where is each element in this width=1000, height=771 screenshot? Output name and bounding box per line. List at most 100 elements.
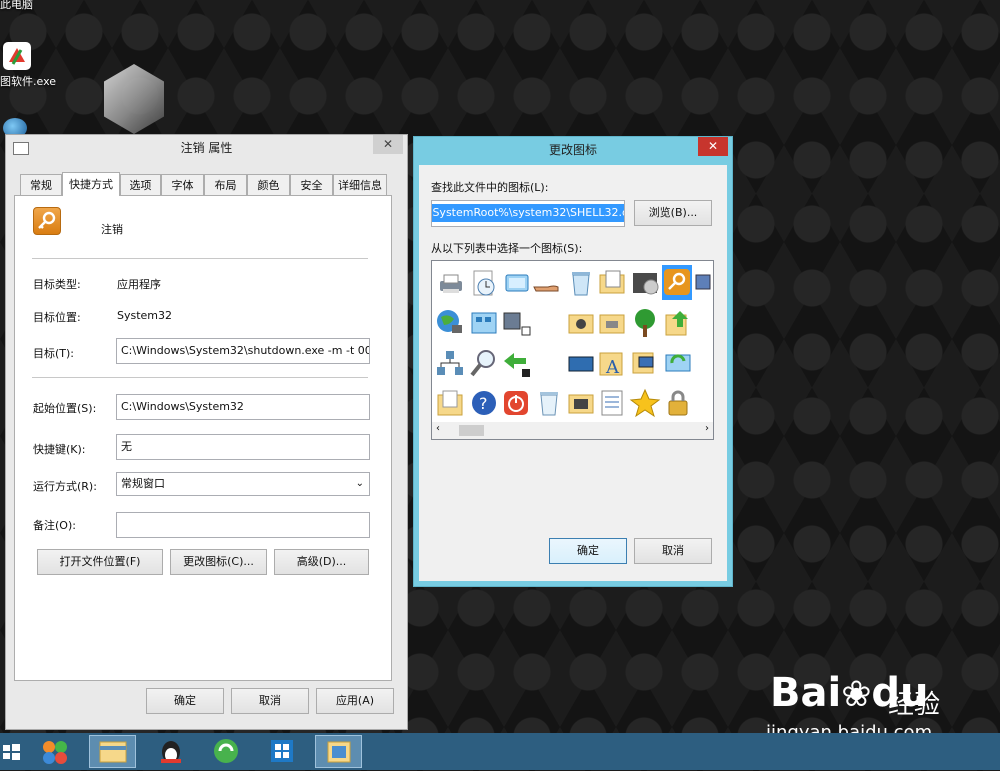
comment-label: 备注(O):: [33, 519, 76, 532]
properties-close-button[interactable]: ✕: [373, 135, 403, 154]
run-select-value: 常规窗口: [121, 477, 165, 490]
computer-shortcut-icon[interactable]: [500, 307, 532, 339]
browse-button[interactable]: 浏览(B)...: [634, 200, 712, 226]
scroll-right-icon[interactable]: ›: [705, 423, 709, 434]
help-icon[interactable]: ?: [468, 387, 500, 419]
properties-ok-button[interactable]: 确定: [146, 688, 224, 714]
target-type-label: 目标类型:: [33, 278, 81, 291]
tab-font[interactable]: 字体: [161, 174, 204, 195]
change-icon-ok-button[interactable]: 确定: [549, 538, 627, 564]
icon-list-scrollbar[interactable]: ‹ ›: [432, 422, 713, 439]
taskbar-active-window-icon[interactable]: [315, 735, 362, 768]
file-label: 查找此文件中的图标(L):: [431, 181, 549, 194]
checklist-icon[interactable]: [596, 387, 628, 419]
shortcut-name: 注销: [101, 223, 123, 236]
disc-drive-icon[interactable]: [629, 267, 661, 299]
tab-general[interactable]: 常规: [20, 174, 62, 195]
laptop-icon[interactable]: [565, 347, 597, 379]
properties-title: 注销 属性: [180, 141, 233, 155]
tab-colors[interactable]: 颜色: [247, 174, 290, 195]
tab-options[interactable]: 选项: [120, 174, 161, 195]
network-arrow-icon[interactable]: [500, 347, 532, 379]
tab-security[interactable]: 安全: [290, 174, 333, 195]
open-file-location-button[interactable]: 打开文件位置(F): [37, 549, 163, 575]
folder-upload-icon[interactable]: [662, 307, 694, 339]
icon-list-label: 从以下列表中选择一个图标(S):: [431, 242, 583, 255]
hand-icon[interactable]: [530, 267, 562, 299]
folder-tools-icon[interactable]: [565, 387, 597, 419]
comment-field[interactable]: [116, 512, 370, 538]
folder-drive-icon[interactable]: [596, 307, 628, 339]
folder-document-icon[interactable]: [434, 387, 466, 419]
magnifier-icon[interactable]: [468, 347, 500, 379]
folder-network-icon[interactable]: [565, 307, 597, 339]
properties-titlebar[interactable]: 注销 属性: [6, 135, 407, 162]
control-panel-icon[interactable]: [468, 307, 500, 339]
taskbar-colorful-app-icon[interactable]: [32, 735, 79, 768]
window-app-icon: [13, 142, 29, 155]
change-icon-button[interactable]: 更改图标(C)...: [170, 549, 267, 575]
watermark-brand: Bai: [770, 670, 842, 716]
properties-cancel-button[interactable]: 取消: [231, 688, 309, 714]
key-icon-selected[interactable]: [662, 265, 692, 300]
recycle-bin-full-icon[interactable]: [565, 267, 597, 299]
monitor-icon[interactable]: [694, 267, 713, 299]
sync-icon[interactable]: [662, 347, 694, 379]
printer-icon[interactable]: [434, 267, 466, 299]
taskbar: [0, 733, 1000, 770]
network-tree-icon[interactable]: [434, 347, 466, 379]
icon-file-field[interactable]: %SystemRoot%\system32\SHELL32.dll: [431, 200, 625, 227]
key-icon: [33, 207, 61, 235]
font-folder-icon[interactable]: A: [596, 347, 628, 379]
network-globe-icon[interactable]: [434, 307, 466, 339]
target-field[interactable]: C:\Windows\System32\shutdown.exe -m -t 0…: [116, 338, 370, 364]
svg-text:?: ?: [479, 394, 488, 413]
start-button[interactable]: [0, 735, 24, 768]
folder-grid-icon[interactable]: [596, 267, 628, 299]
star-icon[interactable]: [629, 387, 661, 419]
taskbar-office-icon[interactable]: [259, 735, 306, 768]
clock-document-icon[interactable]: [468, 267, 500, 299]
desktop-label-this-pc[interactable]: 此电脑: [0, 0, 33, 12]
start-in-label: 起始位置(S):: [33, 402, 97, 415]
properties-tab-strip: 常规 快捷方式 选项 字体 布局 颜色 安全 详细信息: [20, 172, 398, 197]
tab-shortcut[interactable]: 快捷方式: [62, 172, 120, 196]
change-icon-titlebar[interactable]: 更改图标: [414, 137, 732, 164]
watermark-product: 经验: [888, 690, 941, 720]
tab-details[interactable]: 详细信息: [333, 174, 387, 195]
target-location-value: System32: [117, 309, 173, 322]
icon-file-value: %SystemRoot%\system32\SHELL32.dll: [432, 204, 624, 222]
start-in-field[interactable]: C:\Windows\System32: [116, 394, 370, 420]
advanced-button[interactable]: 高级(D)...: [274, 549, 369, 575]
scroll-left-icon[interactable]: ‹: [436, 423, 440, 434]
divider-2: [32, 377, 368, 378]
taskbar-refresh-app-icon[interactable]: [203, 735, 250, 768]
target-label: 目标(T):: [33, 347, 75, 360]
run-select[interactable]: 常规窗口 ⌄: [116, 472, 370, 496]
target-type-value: 应用程序: [117, 278, 161, 291]
run-label: 运行方式(R):: [33, 480, 97, 493]
change-icon-title: 更改图标: [548, 143, 597, 157]
hotkey-label: 快捷键(K):: [33, 443, 86, 456]
paw-icon: ❀: [841, 674, 872, 715]
change-icon-cancel-button[interactable]: 取消: [634, 538, 712, 564]
change-icon-close-button[interactable]: ✕: [698, 137, 728, 156]
chevron-down-icon: ⌄: [355, 478, 364, 489]
power-icon[interactable]: [500, 387, 532, 419]
app-shortcut-icon[interactable]: [3, 42, 31, 70]
taskbar-file-explorer-icon[interactable]: [89, 735, 136, 768]
desktop-label-app[interactable]: 图软件.exe: [0, 73, 56, 89]
scrollbar-thumb[interactable]: [459, 425, 484, 436]
lock-icon[interactable]: [662, 387, 694, 419]
properties-apply-button[interactable]: 应用(A): [316, 688, 394, 714]
recycle-bin-empty-icon[interactable]: [533, 387, 565, 419]
target-location-label: 目标位置:: [33, 311, 81, 324]
divider-1: [32, 258, 368, 259]
hotkey-field[interactable]: 无: [116, 434, 370, 460]
window-icon[interactable]: [500, 267, 532, 299]
folder-monitor-icon[interactable]: [629, 347, 661, 379]
tab-layout[interactable]: 布局: [204, 174, 247, 195]
tree-icon[interactable]: [629, 307, 661, 339]
taskbar-qq-icon[interactable]: [148, 735, 195, 768]
icon-list[interactable]: A ? ‹ ›: [431, 260, 714, 440]
